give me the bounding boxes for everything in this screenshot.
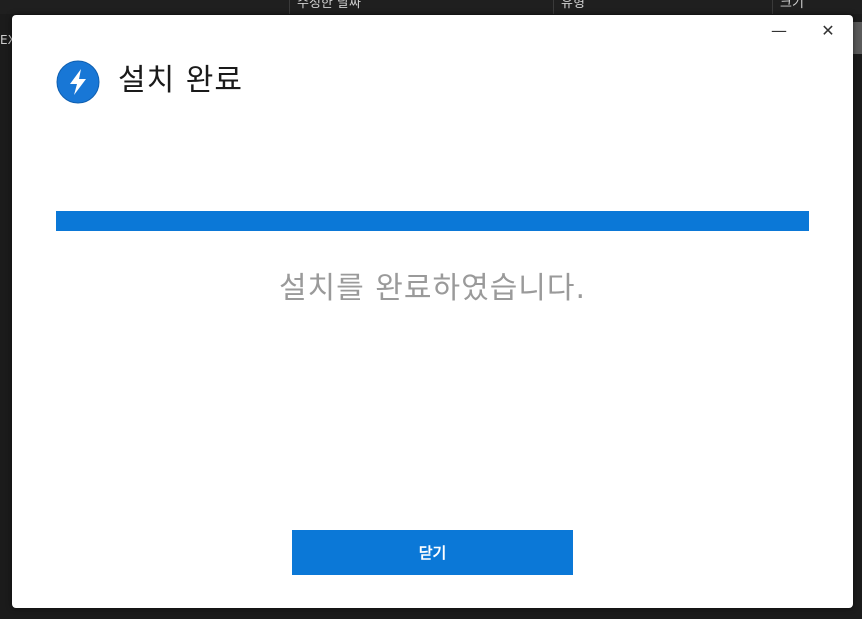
dialog-title: 설치 완료 [118, 63, 243, 98]
lightning-bolt-icon [56, 60, 100, 104]
background-file-list-header: 수정한 날짜 유형 크기 [0, 0, 862, 14]
install-complete-dialog: — ✕ 설치 완료 설치를 완료하였습니다. 닫기 [12, 15, 853, 608]
progress-fill [56, 211, 809, 231]
column-separator [772, 0, 773, 14]
close-button[interactable]: 닫기 [292, 530, 573, 575]
minimize-button[interactable]: — [764, 19, 794, 43]
column-separator [289, 0, 290, 14]
completion-message: 설치를 완료하였습니다. [278, 271, 587, 306]
background-scrollbar [852, 22, 862, 54]
column-separator [553, 0, 554, 14]
close-window-button[interactable]: ✕ [813, 19, 843, 43]
column-size[interactable]: 크기 [780, 0, 804, 14]
column-modified-date[interactable]: 수정한 날짜 [297, 0, 361, 14]
column-type[interactable]: 유형 [561, 0, 585, 14]
install-progress-bar [56, 211, 809, 231]
